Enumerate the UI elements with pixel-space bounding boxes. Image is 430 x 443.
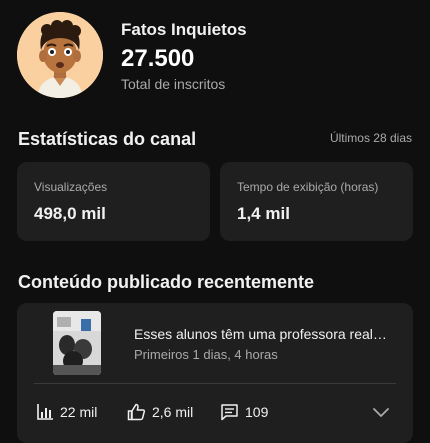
stat-value: 1,4 mil bbox=[237, 204, 290, 223]
stats-section-title: Estatísticas do canal bbox=[18, 129, 197, 149]
chevron-down-icon bbox=[373, 408, 389, 417]
comment-icon bbox=[221, 404, 238, 421]
video-title[interactable]: Esses alunos têm uma professora realm... bbox=[134, 326, 396, 342]
expand-button[interactable] bbox=[371, 402, 391, 427]
video-likes: 2,6 mil bbox=[152, 404, 194, 420]
stat-card-watch-time[interactable]: Tempo de exibição (horas) 1,4 mil bbox=[220, 162, 413, 241]
video-likes-metric: 2,6 mil bbox=[127, 403, 193, 421]
video-comments-metric: 109 bbox=[220, 403, 268, 421]
recent-video-card[interactable]: Esses alunos têm uma professora realm...… bbox=[17, 303, 413, 443]
video-views-metric: 22 mil bbox=[36, 403, 97, 421]
bar-chart-icon bbox=[37, 404, 53, 420]
stat-card-views[interactable]: Visualizações 498,0 mil bbox=[17, 162, 210, 241]
channel-avatar[interactable] bbox=[17, 12, 103, 98]
avatar-illustration bbox=[17, 12, 103, 98]
stat-label: Tempo de exibição (horas) bbox=[237, 180, 379, 194]
thumbs-up-icon bbox=[127, 403, 146, 421]
channel-name: Fatos Inquietos bbox=[121, 20, 247, 39]
subscriber-label: Total de inscritos bbox=[121, 76, 226, 92]
recent-content-title: Conteúdo publicado recentemente bbox=[18, 272, 315, 292]
video-views: 22 mil bbox=[60, 404, 98, 420]
divider bbox=[34, 383, 396, 384]
video-meta: Primeiros 1 dias, 4 horas bbox=[134, 347, 278, 362]
stat-label: Visualizações bbox=[34, 180, 108, 194]
video-comments: 109 bbox=[245, 404, 269, 420]
stat-value: 498,0 mil bbox=[34, 204, 106, 223]
stats-period-selector[interactable]: Últimos 28 dias bbox=[330, 131, 412, 145]
subscriber-count: 27.500 bbox=[121, 45, 195, 72]
thumbnail-image bbox=[53, 311, 101, 375]
video-thumbnail[interactable] bbox=[53, 311, 101, 375]
